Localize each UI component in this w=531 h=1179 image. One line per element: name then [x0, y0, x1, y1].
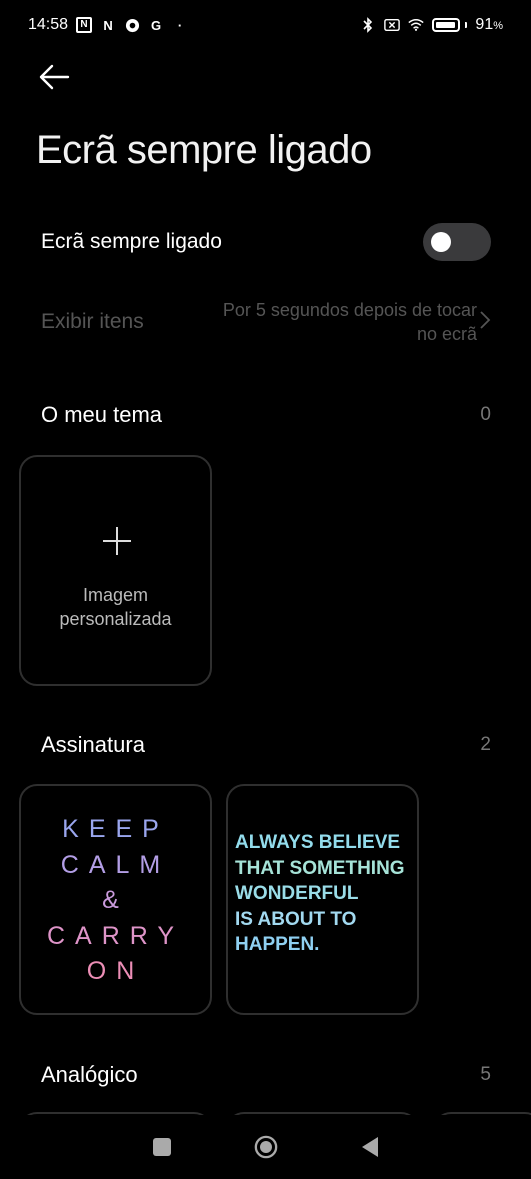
plus-icon: [101, 525, 133, 557]
toggle-knob: [431, 232, 451, 252]
status-bar: 14:58 N N G · 91%: [0, 0, 531, 50]
nfc-n-icon: N: [76, 17, 93, 33]
display-items-value: Por 5 segundos depois de tocar no ecrã: [222, 300, 477, 344]
wifi-icon: [408, 17, 425, 33]
status-time: 14:58: [28, 16, 69, 33]
chrome-icon: [124, 17, 140, 33]
custom-image-card[interactable]: Imagem personalizada: [19, 455, 212, 686]
navigation-bar: [0, 1115, 531, 1179]
signature-card-keep-calm[interactable]: KEEP CALM & CARRY ON: [19, 784, 212, 1015]
signature-line: CARRY: [46, 921, 185, 950]
display-items-label: Exibir itens: [41, 310, 144, 333]
recents-square-icon[interactable]: [150, 1135, 174, 1159]
display-items-row[interactable]: Exibir itens Por 5 segundos depois de to…: [41, 292, 491, 352]
status-right: 91%: [360, 16, 503, 34]
signature-line: THAT SOMETHING: [235, 857, 405, 879]
section-count: 0: [480, 404, 491, 425]
signature-line: CALM: [60, 850, 171, 879]
signature-line: WONDERFUL: [235, 883, 359, 904]
section-title: Assinatura: [41, 732, 145, 757]
section-signature: Assinatura 2: [41, 732, 491, 758]
signature-line: KEEP: [62, 815, 169, 843]
signature-line: ON: [86, 957, 145, 985]
section-title: O meu tema: [41, 402, 163, 427]
aod-label: Ecrã sempre ligado: [41, 230, 222, 253]
signature-line: HAPPEN.: [235, 934, 320, 955]
battery-percent: 91%: [475, 16, 503, 33]
home-circle-icon[interactable]: [254, 1135, 278, 1159]
section-my-theme: O meu tema 0: [41, 402, 491, 428]
chevron-right-icon: [479, 308, 491, 332]
custom-image-label: Imagem personalizada: [59, 585, 172, 629]
back-triangle-icon[interactable]: [358, 1135, 382, 1159]
google-icon: G: [150, 17, 162, 33]
signature-line: &: [102, 886, 129, 914]
page-title: Ecrã sempre ligado: [36, 128, 372, 172]
dot-icon: ·: [177, 17, 183, 33]
keep-calm-text: KEEP CALM & CARRY ON: [21, 812, 210, 990]
always-believe-text: ALWAYS BELIEVE THAT SOMETHING WONDERFUL …: [235, 830, 417, 958]
section-count: 2: [480, 734, 491, 755]
section-count: 5: [480, 1064, 491, 1085]
aod-toggle[interactable]: [423, 223, 491, 261]
signature-card-always-believe[interactable]: ALWAYS BELIEVE THAT SOMETHING WONDERFUL …: [226, 784, 419, 1015]
aod-row[interactable]: Ecrã sempre ligado: [41, 222, 491, 262]
no-sim-icon: [384, 17, 401, 33]
bluetooth-icon: [360, 17, 376, 33]
nfc-icon: N: [103, 17, 113, 33]
section-title: Analógico: [41, 1062, 138, 1087]
battery-icon: [432, 18, 468, 32]
back-arrow-icon[interactable]: [38, 60, 70, 94]
signature-line: ALWAYS BELIEVE: [235, 832, 401, 853]
status-left: 14:58 N N G ·: [28, 16, 188, 34]
section-analog: Analógico 5: [41, 1062, 491, 1088]
signature-line: IS ABOUT TO: [235, 908, 357, 930]
